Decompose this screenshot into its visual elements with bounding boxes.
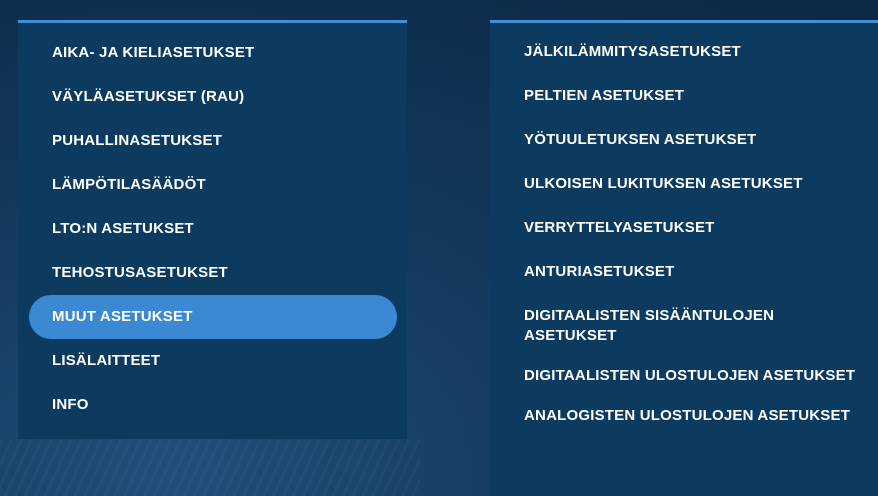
submenu-item-analogisten-ulostulojen-asetukset[interactable]: ANALOGISTEN ULOSTULOJEN ASETUKSET [490,406,878,426]
submenu-item-ulkoisen-lukituksen-asetukset[interactable]: ULKOISEN LUKITUKSEN ASETUKSET [490,174,878,194]
submenu-item-verryttelyasetukset[interactable]: VERRYTTELYASETUKSET [490,218,878,238]
menu-item-puhallinasetukset[interactable]: PUHALLINASETUKSET [18,130,407,174]
submenu-item-anturiasetukset[interactable]: ANTURIASETUKSET [490,262,878,282]
menu-item-lisalaitteet[interactable]: LISÄLAITTEET [18,350,407,394]
settings-menu-panel: AIKA- JA KIELIASETUKSET VÄYLÄASETUKSET (… [18,20,407,439]
background-texture [0,440,420,496]
submenu-item-jalkilammitysasetukset[interactable]: JÄLKILÄMMITYSASETUKSET [490,42,878,62]
menu-item-lampotilasaadot[interactable]: LÄMPÖTILASÄÄDÖT [18,174,407,218]
submenu-item-digitaalisten-sisaantulojen-asetukset[interactable]: DIGITAALISTEN SISÄÄNTULOJEN ASETUKSET [490,306,878,346]
menu-item-aika-ja-kieliasetukset[interactable]: AIKA- JA KIELIASETUKSET [18,42,407,86]
settings-menu: AIKA- JA KIELIASETUKSET VÄYLÄASETUKSET (… [18,20,407,438]
menu-item-info[interactable]: INFO [18,394,407,438]
menu-item-vaylaasetukset[interactable]: VÄYLÄASETUKSET (RAU) [18,86,407,130]
submenu-panel: JÄLKILÄMMITYSASETUKSET PELTIEN ASETUKSET… [490,20,878,496]
submenu-item-digitaalisten-ulostulojen-asetukset[interactable]: DIGITAALISTEN ULOSTULOJEN ASETUKSET [490,366,878,386]
menu-item-muut-asetukset-active[interactable]: MUUT ASETUKSET [29,295,397,339]
submenu-item-yotuuletuksen-asetukset[interactable]: YÖTUULETUKSEN ASETUKSET [490,130,878,150]
submenu: JÄLKILÄMMITYSASETUKSET PELTIEN ASETUKSET… [490,20,878,426]
menu-item-lton-asetukset[interactable]: LTO:N ASETUKSET [18,218,407,262]
panel-accent-bar [18,20,407,23]
submenu-item-peltien-asetukset[interactable]: PELTIEN ASETUKSET [490,86,878,106]
panel-accent-bar [490,20,878,23]
